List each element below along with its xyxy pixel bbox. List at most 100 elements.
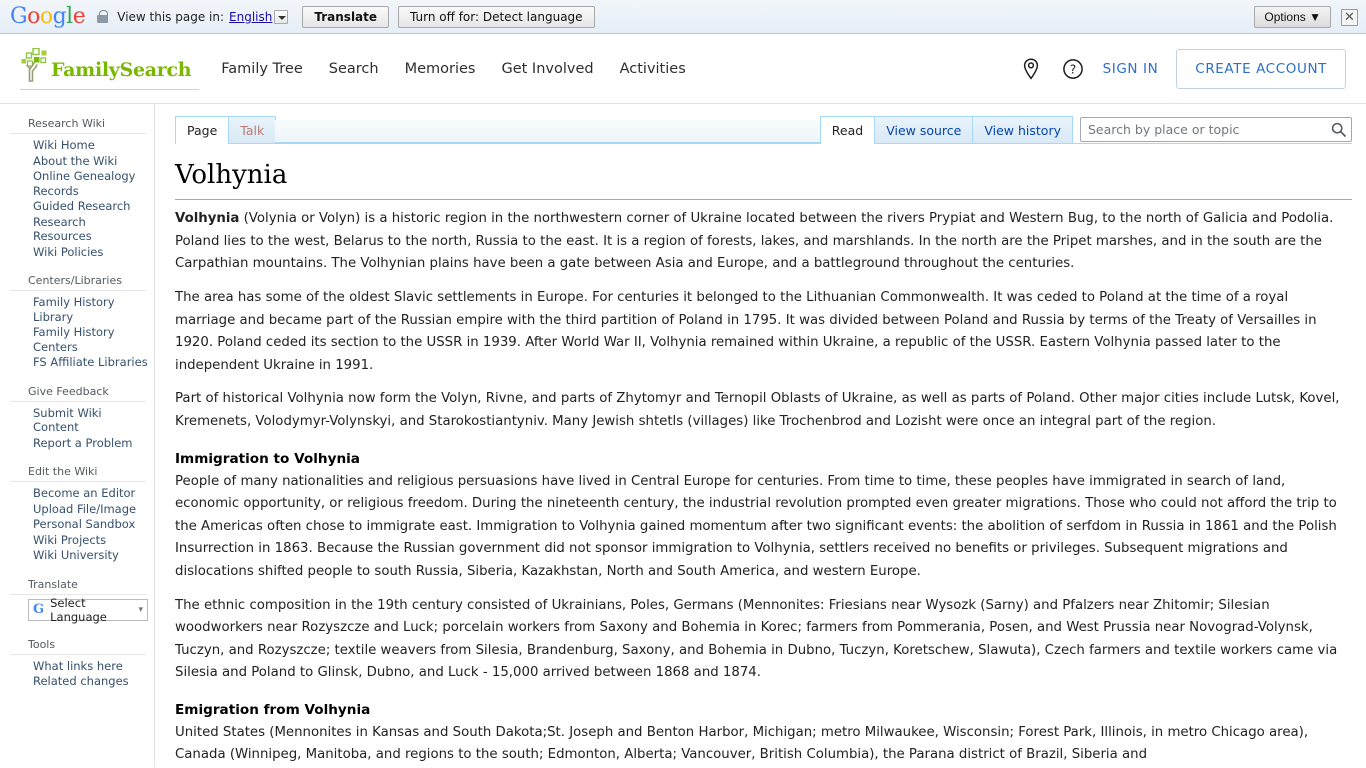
select-language-label: Select Language: [50, 595, 107, 624]
header-account-controls: ? SIGN IN CREATE ACCOUNT: [1019, 48, 1346, 89]
article-body: Volhynia (Volynia or Volyn) is a histori…: [175, 204, 1352, 767]
list-item: Family History Library: [33, 295, 148, 324]
sidebar-item-what-links-here[interactable]: What links here: [33, 659, 123, 674]
section-immigration-paragraph-2: The ethnic composition in the 19th centu…: [175, 597, 1338, 681]
svg-text:?: ?: [1069, 62, 1075, 76]
translate-language-link[interactable]: English: [229, 10, 272, 24]
sidebar-heading-research-wiki: Research Wiki: [10, 112, 146, 134]
sidebar-item-submit-wiki-content[interactable]: Submit Wiki Content: [33, 406, 148, 435]
sidebar-item-wiki-projects[interactable]: Wiki Projects: [33, 533, 106, 548]
map-pin-icon[interactable]: [1019, 57, 1043, 81]
list-item: Related changes: [33, 674, 148, 689]
tab-read[interactable]: Read: [819, 116, 876, 144]
family-tree-icon: [20, 47, 50, 82]
close-icon[interactable]: ✕: [1341, 8, 1358, 26]
list-item: About the Wiki: [33, 154, 148, 169]
google-logo-letter-o2: o: [39, 3, 53, 29]
list-item: Research Resources: [33, 215, 148, 244]
google-translate-bar: Google View this page in: English Transl…: [0, 0, 1366, 34]
sidebar-item-related-changes[interactable]: Related changes: [33, 674, 129, 689]
sidebar-item-report-a-problem[interactable]: Report a Problem: [33, 436, 133, 451]
nav-item-family-tree[interactable]: Family Tree: [221, 61, 302, 77]
nav-item-search[interactable]: Search: [329, 61, 379, 77]
article-lead-text: (Volynia or Volyn) is a historic region …: [175, 211, 1334, 272]
question-circle-icon[interactable]: ?: [1061, 57, 1085, 81]
sidebar-group-translate: Translate G Select Language ▾: [0, 573, 154, 624]
article-paragraph-geography: Part of historical Volhynia now form the…: [175, 391, 1340, 429]
sidebar-group-research-wiki: Research Wiki Wiki Home About the Wiki O…: [0, 112, 154, 259]
nav-item-activities[interactable]: Activities: [620, 61, 686, 77]
section-immigration-paragraph-1: People of many nationalities and religio…: [175, 473, 1337, 579]
sidebar-group-centers-libraries: Centers/Libraries Family History Library…: [0, 269, 154, 370]
search-input[interactable]: [1080, 117, 1352, 142]
sidebar-item-research-resources[interactable]: Research Resources: [33, 215, 148, 244]
article-lead-term: Volhynia: [175, 211, 240, 227]
sidebar-item-wiki-policies[interactable]: Wiki Policies: [33, 245, 103, 260]
sign-in-link[interactable]: SIGN IN: [1103, 61, 1159, 77]
page-body: Research Wiki Wiki Home About the Wiki O…: [0, 104, 1366, 767]
list-item: Report a Problem: [33, 436, 148, 451]
tab-view-history[interactable]: View history: [972, 116, 1073, 143]
sidebar-group-tools: Tools What links here Related changes: [0, 633, 154, 689]
list-item: Wiki Policies: [33, 245, 148, 260]
sidebar-item-fs-affiliate-libraries[interactable]: FS Affiliate Libraries: [33, 355, 148, 370]
translate-button[interactable]: Translate: [302, 5, 390, 28]
sidebar-heading-give-feedback: Give Feedback: [10, 380, 146, 402]
sidebar-item-about-the-wiki[interactable]: About the Wiki: [33, 154, 117, 169]
google-logo: Google: [10, 3, 86, 29]
list-item: Wiki Home: [33, 138, 148, 153]
sidebar-heading-tools: Tools: [10, 633, 146, 655]
page-title: Volhynia: [175, 160, 1352, 201]
lock-icon: [97, 10, 109, 23]
chevron-down-icon[interactable]: [274, 9, 289, 24]
list-item: Become an Editor: [33, 486, 148, 501]
list-item: Guided Research: [33, 199, 148, 214]
tab-row-filler: [275, 120, 820, 143]
sidebar: Research Wiki Wiki Home About the Wiki O…: [0, 104, 155, 767]
sidebar-list-centers-libraries: Family History Library Family History Ce…: [0, 295, 154, 370]
tab-talk[interactable]: Talk: [228, 116, 277, 143]
list-item: Personal Sandbox: [33, 517, 148, 532]
create-account-button[interactable]: CREATE ACCOUNT: [1176, 48, 1346, 89]
sidebar-list-tools: What links here Related changes: [0, 659, 154, 689]
familysearch-logo[interactable]: FamilySearch: [20, 47, 200, 90]
translate-options-button[interactable]: Options ▼: [1254, 6, 1331, 28]
sidebar-item-wiki-home[interactable]: Wiki Home: [33, 138, 95, 153]
tab-view-source[interactable]: View source: [874, 116, 974, 143]
familysearch-wordmark: FamilySearch: [51, 58, 192, 81]
turn-off-translate-button[interactable]: Turn off for: Detect language: [398, 5, 595, 28]
wiki-tab-row: Page Talk Read View source View history: [175, 114, 1352, 144]
search-icon[interactable]: [1331, 122, 1346, 137]
sidebar-item-family-history-library[interactable]: Family History Library: [33, 295, 148, 324]
section-heading-emigration: Emigration from Volhynia: [175, 701, 371, 718]
google-logo-letter-g1: G: [10, 3, 28, 29]
list-item: Wiki University: [33, 548, 148, 563]
nav-item-get-involved[interactable]: Get Involved: [501, 61, 593, 77]
select-language-dropdown[interactable]: G Select Language ▾: [28, 595, 148, 624]
list-item: Wiki Projects: [33, 533, 148, 548]
list-item: FS Affiliate Libraries: [33, 355, 148, 370]
google-g-icon: G: [33, 602, 45, 617]
tab-page[interactable]: Page: [175, 116, 230, 144]
nav-item-memories[interactable]: Memories: [405, 61, 476, 77]
sidebar-group-edit-the-wiki: Edit the Wiki Become an Editor Upload Fi…: [0, 460, 154, 563]
sidebar-list-edit-the-wiki: Become an Editor Upload File/Image Perso…: [0, 486, 154, 563]
article-paragraph-lead: Volhynia (Volynia or Volyn) is a histori…: [175, 208, 1352, 276]
sidebar-item-online-genealogy-records[interactable]: Online Genealogy Records: [33, 169, 148, 198]
list-item: Online Genealogy Records: [33, 169, 148, 198]
article-paragraph-history: The area has some of the oldest Slavic s…: [175, 289, 1317, 373]
google-logo-letter-o1: o: [27, 3, 40, 29]
section-emigration-paragraph-1: United States (Mennonites in Kansas and …: [175, 724, 1309, 763]
chevron-down-icon: ▾: [138, 604, 143, 615]
sidebar-item-wiki-university[interactable]: Wiki University: [33, 548, 119, 563]
search-container: [1080, 117, 1352, 142]
sidebar-item-upload-file-image[interactable]: Upload File/Image: [33, 502, 136, 517]
view-tabs: Read View source View history: [819, 116, 1352, 144]
google-logo-letter-e: e: [72, 3, 86, 29]
sidebar-item-guided-research[interactable]: Guided Research: [33, 199, 130, 214]
main-content: Page Talk Read View source View history: [155, 104, 1366, 767]
translate-prompt: View this page in:: [117, 9, 225, 24]
sidebar-item-become-an-editor[interactable]: Become an Editor: [33, 486, 135, 501]
sidebar-item-personal-sandbox[interactable]: Personal Sandbox: [33, 517, 135, 532]
sidebar-item-family-history-centers[interactable]: Family History Centers: [33, 325, 148, 354]
